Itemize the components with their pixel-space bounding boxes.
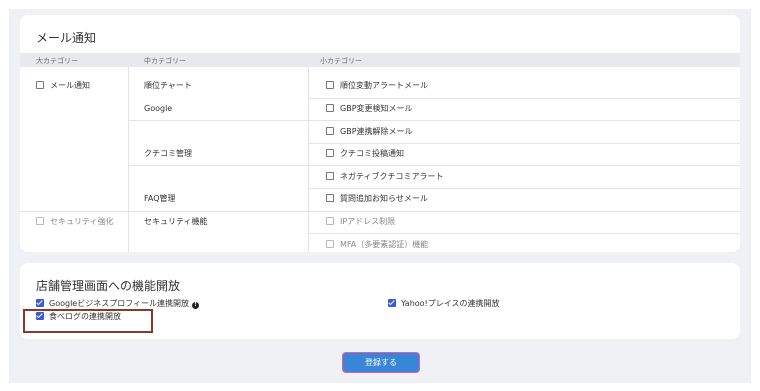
small-review-post-checkbox[interactable]: クチコミ投稿通知 bbox=[326, 149, 404, 159]
checkbox-icon bbox=[326, 217, 334, 225]
small-rank-alert-checkbox[interactable]: 順位変動アラートメール bbox=[326, 81, 428, 91]
divider bbox=[308, 188, 740, 189]
small-gbp-change-checkbox[interactable]: GBP変更検知メール bbox=[326, 104, 413, 114]
header-large-category: 大カテゴリー bbox=[36, 57, 78, 65]
divider bbox=[308, 143, 740, 144]
checkbox-icon bbox=[326, 240, 334, 248]
small-ip-limit-checkbox[interactable]: IPアドレス制限 bbox=[326, 217, 395, 227]
checked-checkbox-icon bbox=[36, 299, 44, 307]
divider bbox=[308, 67, 309, 252]
divider bbox=[308, 98, 740, 99]
divider bbox=[128, 165, 740, 166]
small-gbp-unlink-checkbox[interactable]: GBP連携解除メール bbox=[326, 127, 413, 137]
email-notification-card: メール通知 大カテゴリー 中カテゴリー 小カテゴリー メール通知 セキュリティ強… bbox=[20, 15, 740, 252]
checkbox-icon bbox=[36, 81, 44, 89]
email-notify-checkbox[interactable]: メール通知 bbox=[36, 81, 90, 91]
header-middle-category: 中カテゴリー bbox=[144, 57, 186, 65]
highlight-annotation-box bbox=[23, 309, 153, 333]
small-negative-review-checkbox[interactable]: ネガティブクチコミアラート bbox=[326, 172, 444, 182]
checkbox-icon bbox=[326, 127, 334, 135]
checkbox-icon bbox=[326, 194, 334, 202]
middle-rank-chart: 順位チャート bbox=[144, 81, 192, 90]
checkbox-icon bbox=[326, 172, 334, 180]
submit-button[interactable]: 登録する bbox=[343, 353, 419, 372]
small-mfa-checkbox[interactable]: MFA（多要素認証）機能 bbox=[326, 240, 428, 250]
checked-checkbox-icon bbox=[388, 299, 396, 307]
security-checkbox[interactable]: セキュリティ強化 bbox=[36, 217, 114, 227]
header-small-category: 小カテゴリー bbox=[320, 57, 362, 65]
middle-security: セキュリティ機能 bbox=[144, 217, 208, 226]
middle-google: Google bbox=[144, 104, 173, 113]
info-icon[interactable]: ! bbox=[192, 302, 200, 309]
divider bbox=[20, 211, 740, 212]
store-section-title: 店舗管理画面への機能開放 bbox=[36, 279, 181, 293]
google-business-checkbox[interactable]: Googleビジネスプロフィール連携開放! bbox=[36, 299, 200, 309]
checkbox-icon bbox=[326, 81, 334, 89]
divider bbox=[308, 233, 740, 234]
checkbox-icon bbox=[326, 149, 334, 157]
divider bbox=[128, 67, 129, 252]
small-faq-mail-checkbox[interactable]: 質問追加お知らせメール bbox=[326, 194, 428, 204]
middle-review: クチコミ管理 bbox=[144, 149, 192, 158]
table-header: 大カテゴリー 中カテゴリー 小カテゴリー bbox=[20, 53, 740, 67]
yahoo-place-checkbox[interactable]: Yahoo!プレイスの連携開放 bbox=[388, 299, 500, 309]
middle-faq: FAQ管理 bbox=[144, 194, 176, 203]
email-section-title: メール通知 bbox=[36, 31, 97, 45]
divider bbox=[128, 120, 740, 121]
checkbox-icon bbox=[36, 217, 44, 225]
checkbox-icon bbox=[326, 104, 334, 112]
